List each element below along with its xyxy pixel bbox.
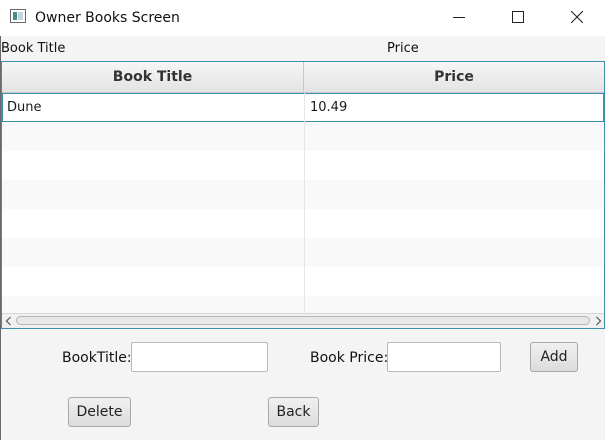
app-window: Owner Books Screen Book Title Price Book… <box>0 0 605 440</box>
price-label: Price <box>387 41 419 56</box>
scrollbar-thumb[interactable] <box>16 316 590 325</box>
table-row-empty[interactable] <box>2 151 604 180</box>
cell-book-title: Dune <box>7 100 42 115</box>
book-price-input[interactable] <box>387 342 501 372</box>
table-row-empty[interactable] <box>2 238 604 267</box>
back-button[interactable]: Back <box>268 397 319 427</box>
book-title-input[interactable] <box>131 342 268 372</box>
column-header-price[interactable]: Price <box>304 62 604 92</box>
close-icon <box>571 11 583 23</box>
chevron-left-icon[interactable] <box>5 316 12 326</box>
maximize-icon <box>512 11 524 23</box>
maximize-button[interactable] <box>495 0 541 34</box>
table-row-empty[interactable] <box>2 267 604 296</box>
table-body: Dune 10.49 <box>2 93 604 325</box>
column-divider <box>304 93 305 313</box>
book-title-label: Book Title <box>1 41 66 56</box>
column-header-book-title[interactable]: Book Title <box>2 62 304 92</box>
title-bar[interactable]: Owner Books Screen <box>0 0 605 36</box>
chevron-right-icon[interactable] <box>595 316 602 326</box>
delete-button[interactable]: Delete <box>68 397 131 427</box>
horizontal-scrollbar[interactable] <box>2 313 604 328</box>
close-button[interactable] <box>554 0 600 34</box>
table-row-empty[interactable] <box>2 180 604 209</box>
books-table[interactable]: Book Title Price Dune 10.49 <box>1 61 605 329</box>
add-button[interactable]: Add <box>530 342 578 372</box>
table-row-empty[interactable] <box>2 209 604 238</box>
minimize-icon <box>453 17 465 18</box>
table-row-empty[interactable] <box>2 122 604 151</box>
book-price-field-label: Book Price: <box>310 350 389 366</box>
table-header: Book Title Price <box>2 62 604 93</box>
book-title-field-label: BookTitle: <box>62 350 132 366</box>
cell-price: 10.49 <box>310 100 348 115</box>
minimize-button[interactable] <box>436 0 482 34</box>
column-labels-row: Book Title Price <box>0 40 605 58</box>
application-window-icon <box>10 9 26 23</box>
window-title: Owner Books Screen <box>35 10 180 26</box>
table-row[interactable]: Dune 10.49 <box>2 93 604 122</box>
